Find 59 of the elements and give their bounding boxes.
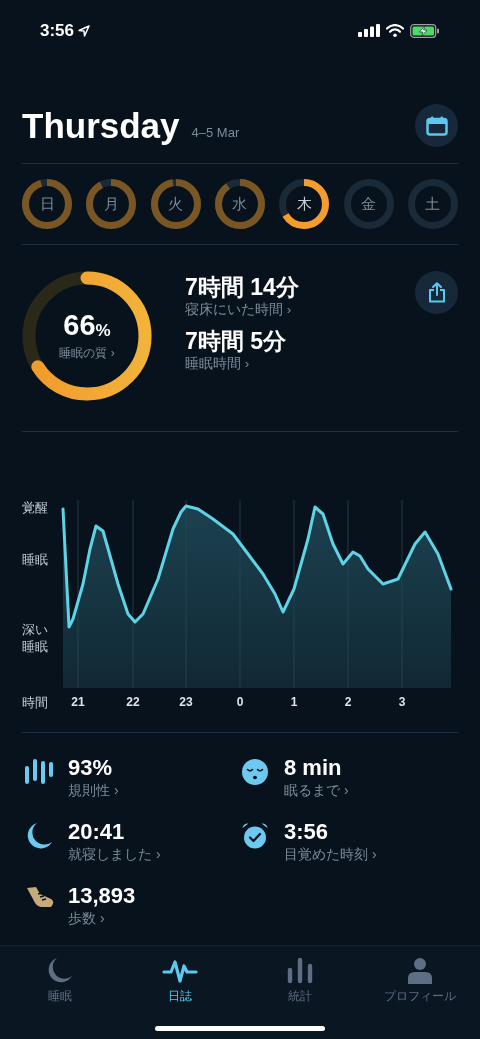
calendar-icon <box>425 115 448 136</box>
stat-link[interactable]: 歩数 › <box>68 909 136 928</box>
stat-value: 8 min <box>284 755 343 781</box>
duration-link[interactable]: 睡眠時間 › <box>185 355 415 373</box>
y-axis-label: 深い睡眠 <box>22 622 48 656</box>
moon-icon <box>47 957 73 984</box>
x-axis-label: 3 <box>398 694 406 711</box>
day-button[interactable]: 水 <box>215 179 265 229</box>
person-icon <box>407 957 433 984</box>
shoe-icon <box>24 886 54 910</box>
duration-link[interactable]: 寝床にいた時間 › <box>185 301 415 319</box>
wifi-icon <box>386 24 404 37</box>
x-axis-title: 時間 <box>22 694 48 712</box>
day-button[interactable]: 日 <box>22 179 72 229</box>
duration-value: 7時間 5分 <box>185 327 287 355</box>
x-axis-label: 22 <box>126 694 140 711</box>
signal-icon <box>358 24 380 37</box>
x-axis-label: 23 <box>179 694 193 711</box>
stat-link[interactable]: 就寝しました › <box>68 845 161 864</box>
stat-link[interactable]: 規則性 › <box>68 781 119 800</box>
share-button[interactable] <box>415 271 458 314</box>
day-button[interactable]: 土 <box>407 179 458 229</box>
bars-icon <box>24 758 54 785</box>
moon-icon <box>25 822 53 850</box>
stat-value: 3:56 <box>284 819 330 845</box>
quality-value: 66 <box>63 310 96 340</box>
day-button[interactable]: 火 <box>150 179 201 229</box>
duration-value: 7時間 14分 <box>185 273 300 301</box>
tab[interactable]: 日誌 <box>120 954 240 1014</box>
sleepy-face-icon <box>241 758 269 786</box>
location-arrow-icon <box>78 24 91 37</box>
x-axis-label: 1 <box>290 694 298 711</box>
quality-unit: % <box>95 321 111 340</box>
stat-link[interactable]: 目覚めた時刻 › <box>284 845 377 864</box>
alarm-clock-icon <box>241 822 269 850</box>
y-axis-label: 覚醒 <box>22 500 48 517</box>
share-icon <box>427 282 446 303</box>
x-axis-label: 0 <box>236 694 244 711</box>
tab[interactable]: 睡眠 <box>0 954 120 1014</box>
day-button[interactable]: 月 <box>86 179 137 229</box>
x-axis-label: 2 <box>344 694 352 711</box>
battery-charging-icon <box>410 23 440 38</box>
stat-value: 93% <box>68 755 114 781</box>
day-button[interactable]: 金 <box>343 179 394 229</box>
quality-link[interactable]: 睡眠の質 › <box>59 343 115 362</box>
stat-value: 20:41 <box>68 819 126 845</box>
tab[interactable]: プロフィール <box>360 954 480 1014</box>
stat-value: 13,893 <box>68 883 136 909</box>
wave-icon <box>162 958 198 984</box>
status-time: 3:56 <box>40 19 75 42</box>
day-button[interactable]: 木 <box>279 179 330 229</box>
x-axis-label: 21 <box>71 694 85 711</box>
y-axis-label: 睡眠 <box>22 552 48 569</box>
bar-chart-icon <box>287 957 313 984</box>
stat-link[interactable]: 眠るまで › <box>284 781 349 800</box>
date-range: 4–5 Mar <box>191 123 240 142</box>
calendar-button[interactable] <box>415 104 458 147</box>
day-title: Thursday <box>22 108 180 143</box>
tab[interactable]: 統計 <box>240 954 360 1014</box>
